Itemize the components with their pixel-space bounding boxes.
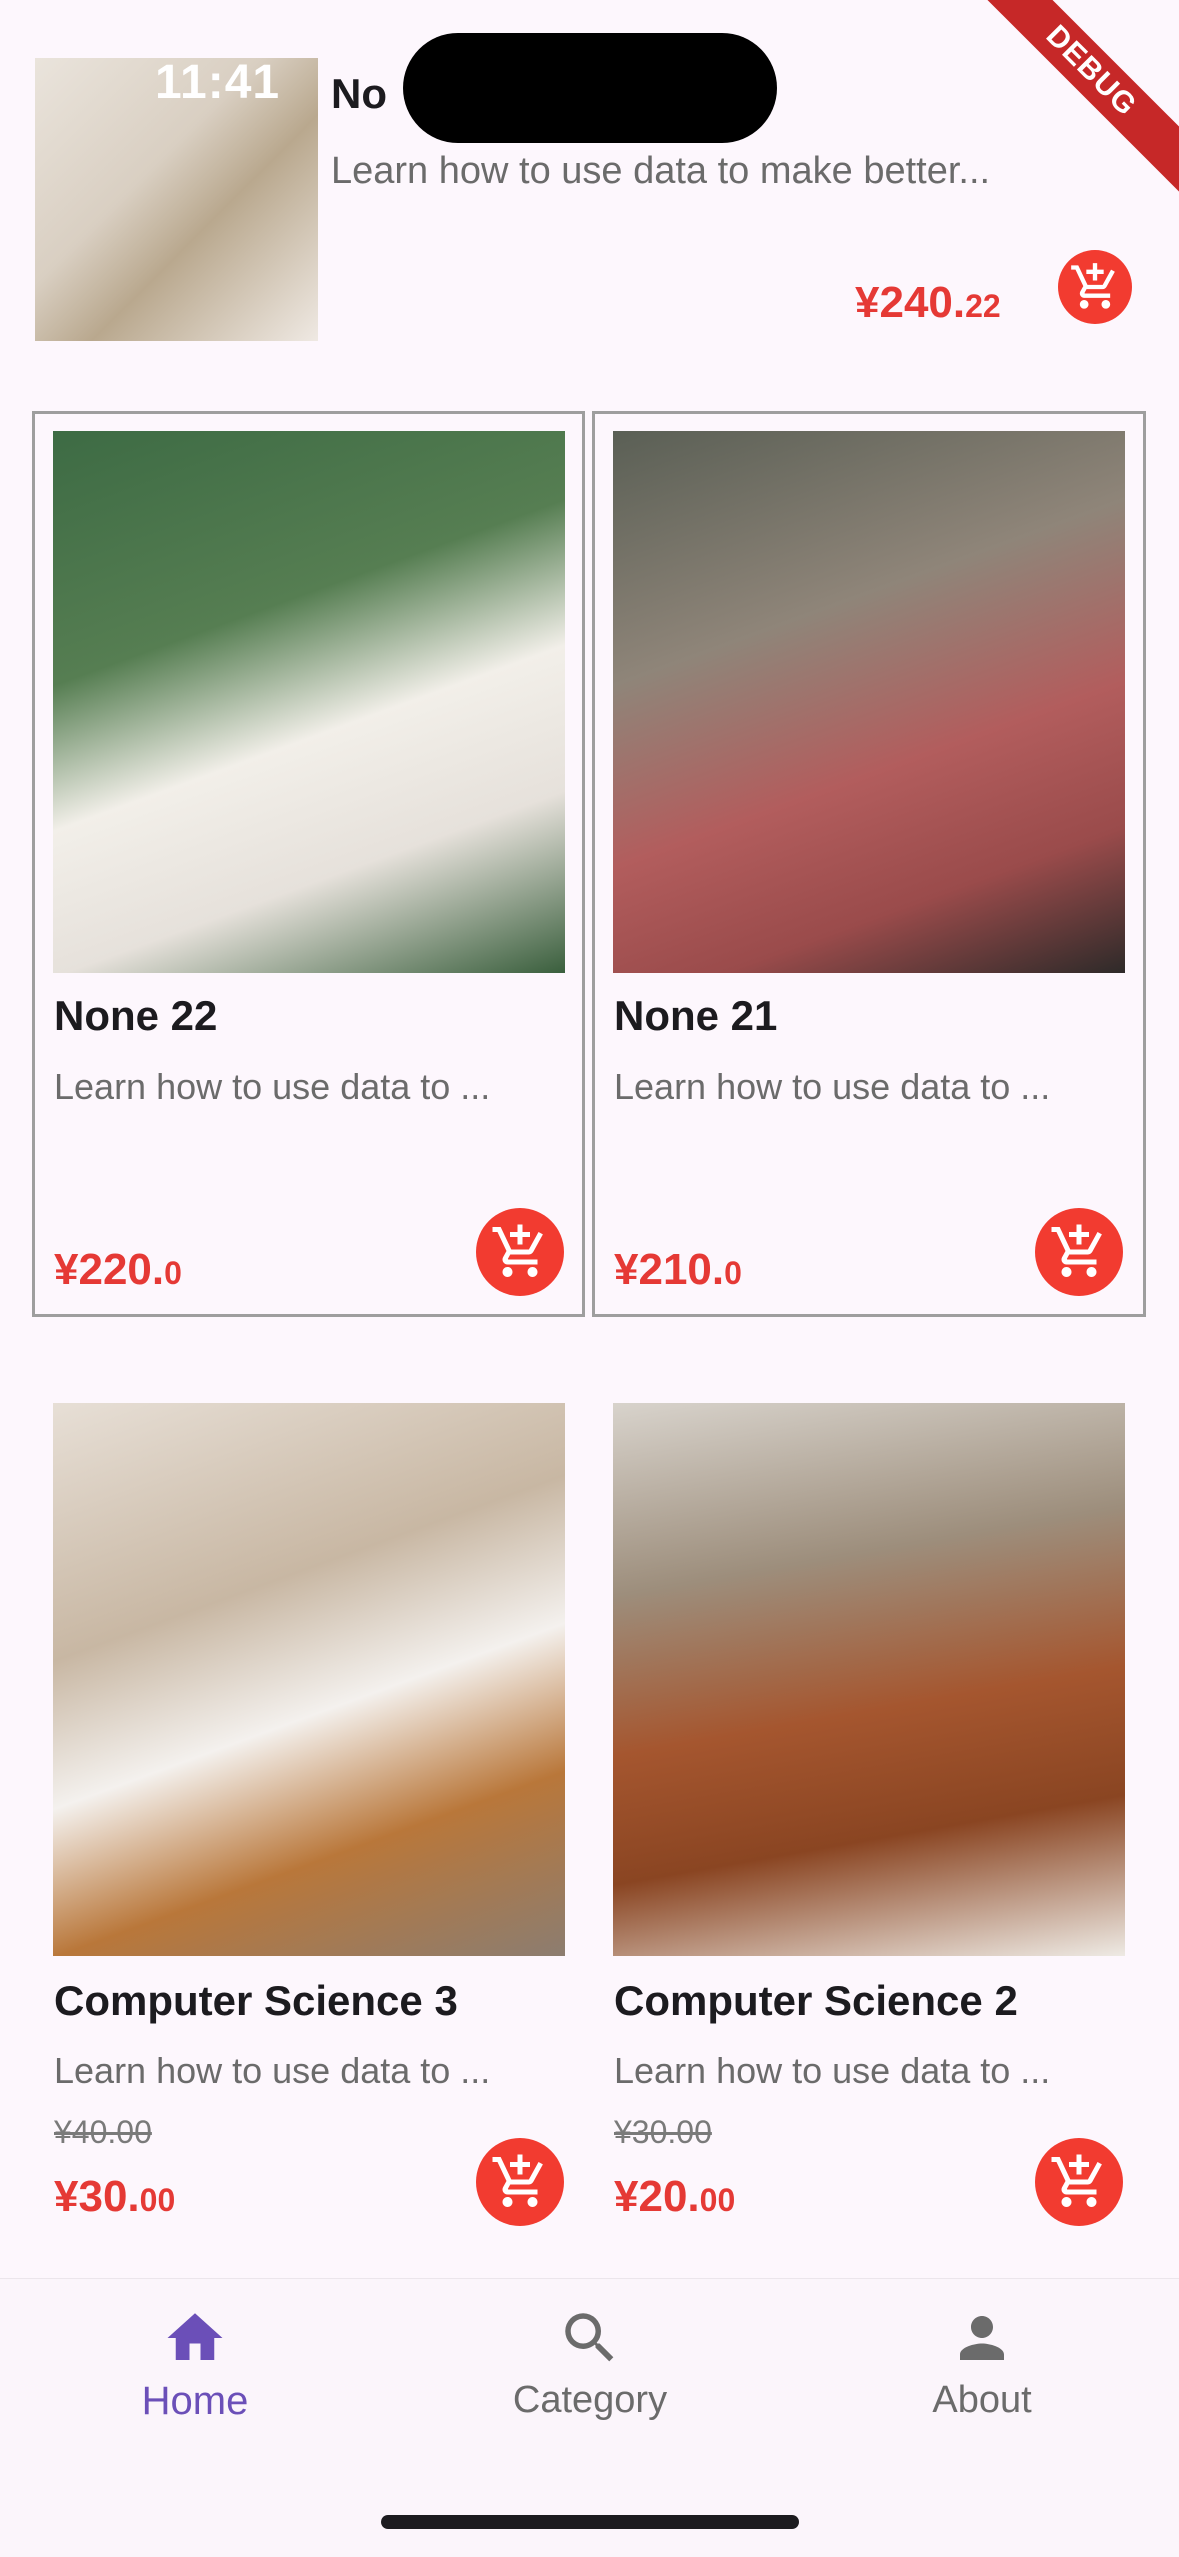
status-time: 11:41 xyxy=(155,56,281,109)
product-image xyxy=(53,431,565,973)
top-item-description: Learn how to use data to make better... xyxy=(331,150,991,192)
product-price: ¥30.00 xyxy=(54,2172,175,2222)
search-icon xyxy=(565,2313,614,2362)
price-cents: 0 xyxy=(724,1255,742,1291)
original-price: ¥30.00 xyxy=(614,2114,712,2150)
nav-item-home[interactable]: Home xyxy=(95,2305,295,2424)
price-cents: 22 xyxy=(965,288,1001,324)
price-main: ¥210. xyxy=(614,1245,725,1294)
price-main: ¥20. xyxy=(614,2172,700,2221)
product-title: None 22 xyxy=(54,992,218,1039)
product-title: None 21 xyxy=(614,992,778,1039)
product-description: Learn how to use data to ... xyxy=(54,2050,491,2091)
top-item-title[interactable]: No xyxy=(331,70,387,118)
cart-plus-icon xyxy=(1071,263,1115,309)
product-description: Learn how to use data to ... xyxy=(54,1066,491,1107)
original-price: ¥40.00 xyxy=(54,2114,152,2150)
price-cents: 00 xyxy=(139,2182,176,2218)
product-price: ¥20.00 xyxy=(614,2172,735,2222)
add-to-cart-button[interactable] xyxy=(476,1208,564,1296)
add-to-cart-button[interactable] xyxy=(476,2138,564,2226)
dynamic-island xyxy=(403,33,777,143)
price-main: ¥30. xyxy=(54,2172,140,2221)
top-item-price: ¥240.22 xyxy=(855,278,1001,328)
nav-label: Category xyxy=(512,2379,668,2421)
cart-plus-icon xyxy=(1051,1224,1102,1277)
product-image[interactable] xyxy=(53,1403,565,1956)
cart-plus-icon xyxy=(492,2154,543,2207)
add-to-cart-button[interactable] xyxy=(1035,2138,1123,2226)
add-to-cart-button[interactable] xyxy=(1035,1208,1123,1296)
cart-plus-icon xyxy=(492,1224,543,1277)
product-description: Learn how to use data to ... xyxy=(614,2050,1051,2091)
home-icon xyxy=(167,2313,223,2360)
product-price: ¥210.0 xyxy=(614,1245,742,1295)
price-cents: 0 xyxy=(164,1255,182,1291)
product-price: ¥220.0 xyxy=(54,1245,182,1295)
home-indicator xyxy=(381,2515,799,2529)
product-title: Computer Science 3 xyxy=(54,1977,458,2024)
nav-item-category[interactable]: Category xyxy=(470,2305,710,2422)
price-main: ¥220. xyxy=(54,1245,165,1294)
product-image xyxy=(613,431,1125,973)
product-description: Learn how to use data to ... xyxy=(614,1066,1051,1107)
price-cents: 00 xyxy=(699,2182,736,2218)
nav-label: Home xyxy=(141,2379,249,2423)
nav-item-about[interactable]: About xyxy=(882,2305,1082,2422)
product-title: Computer Science 2 xyxy=(614,1977,1018,2024)
add-to-cart-button[interactable] xyxy=(1058,250,1132,324)
price-main: ¥240. xyxy=(855,278,966,327)
person-icon xyxy=(960,2316,1004,2360)
cart-plus-icon xyxy=(1051,2154,1102,2207)
product-image[interactable] xyxy=(613,1403,1125,1956)
nav-label: About xyxy=(932,2379,1032,2421)
